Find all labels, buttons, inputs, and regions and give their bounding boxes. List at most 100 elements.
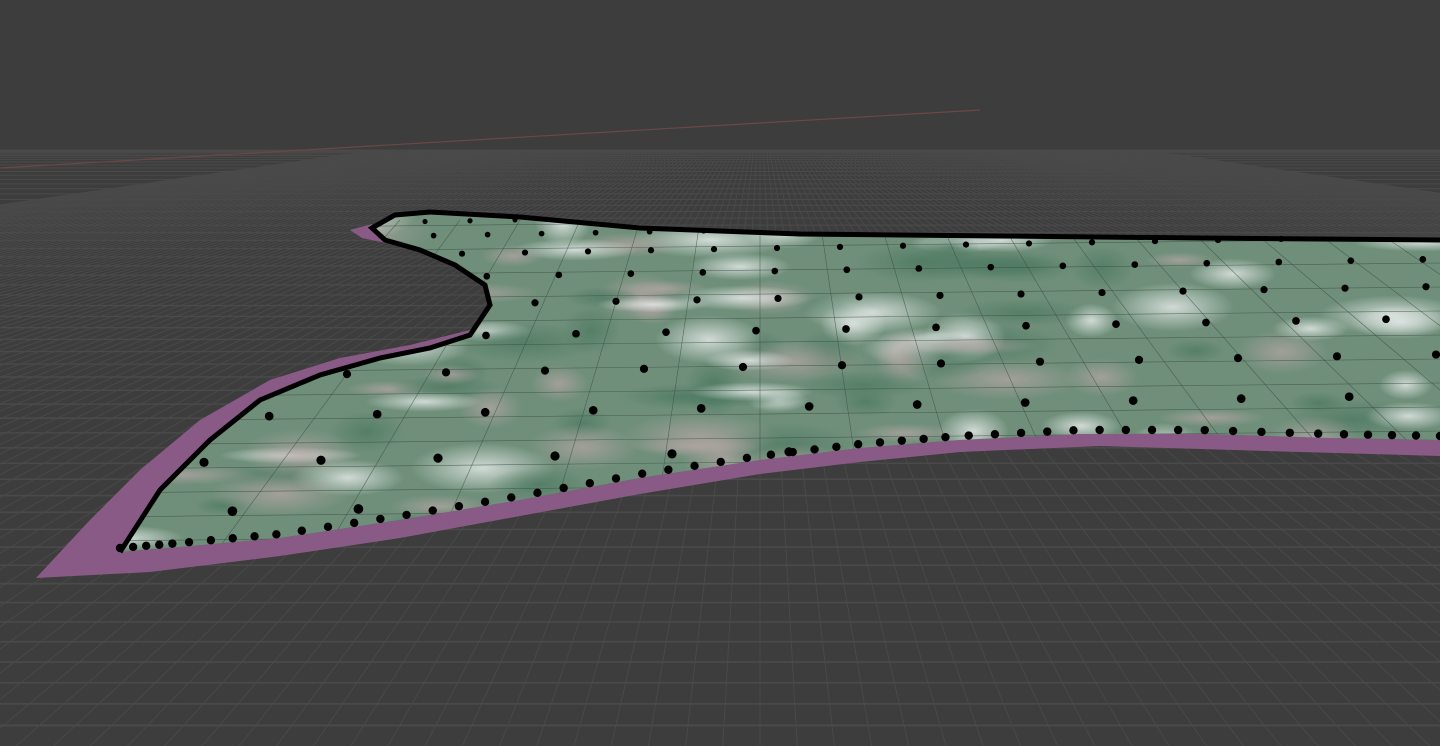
vertex-dot xyxy=(1134,355,1144,364)
edge-vertex-dot xyxy=(376,514,385,524)
vertex-dot xyxy=(855,293,863,301)
vertex-dot xyxy=(1025,240,1033,247)
vertex-dot xyxy=(1275,258,1283,266)
edge-vertex-dot xyxy=(168,539,177,548)
edge-vertex-dot xyxy=(1363,430,1373,439)
texture-patch xyxy=(488,536,541,552)
vertex-dot xyxy=(836,243,844,250)
vertex-dot xyxy=(1214,236,1222,244)
edge-vertex-dot xyxy=(323,522,333,531)
edge-vertex-dot xyxy=(272,530,281,539)
vertex-dot xyxy=(738,362,748,372)
edge-vertex-dot xyxy=(742,453,752,463)
edge-vertex-dot xyxy=(1016,428,1026,438)
edge-vertex-dot xyxy=(1285,428,1295,437)
vertex-dot xyxy=(1277,235,1285,243)
vertex-dot xyxy=(592,229,599,236)
viewport-canvas[interactable] xyxy=(0,0,1440,746)
vertex-dot xyxy=(837,361,847,370)
edge-vertex-dot xyxy=(250,532,259,541)
vertex-dot xyxy=(915,265,923,272)
edge-vertex-dot xyxy=(141,541,151,551)
texture-patch xyxy=(689,382,814,402)
texture-patch xyxy=(702,349,795,372)
vertex-dot xyxy=(700,227,707,234)
vertex-dot xyxy=(342,370,352,379)
vertex-dot xyxy=(512,217,518,223)
vertex-dot xyxy=(531,299,539,307)
vertex-dot xyxy=(842,325,850,333)
vertex-dot xyxy=(804,402,814,411)
edge-vertex-dot xyxy=(611,474,621,483)
vertex-dot xyxy=(1260,286,1268,294)
edge-vertex-dot xyxy=(184,537,194,547)
vertex-dot xyxy=(550,451,560,461)
edge-vertex-dot xyxy=(766,450,776,459)
vertex-dot xyxy=(693,296,701,304)
texture-patch xyxy=(1188,258,1277,290)
vertex-dot xyxy=(752,326,760,335)
edge-vertex-dot xyxy=(480,497,490,507)
texture-patch xyxy=(768,478,912,500)
edge-vertex-dot xyxy=(1313,429,1323,438)
vertex-dot xyxy=(1059,262,1067,270)
vertex-dot xyxy=(353,504,364,514)
edge-vertex-dot xyxy=(964,431,973,440)
texture-patch xyxy=(802,290,942,334)
edge-vertex-dot xyxy=(897,436,907,445)
vertex-dot xyxy=(1347,257,1355,265)
texture-patch xyxy=(1069,245,1135,291)
vertex-dot xyxy=(639,364,649,373)
vertex-dot xyxy=(1332,352,1342,361)
vertex-dot xyxy=(441,368,451,377)
texture-patch xyxy=(795,370,930,400)
vertex-dot xyxy=(699,268,707,276)
vertex-dot xyxy=(1035,357,1045,366)
vertex-dot xyxy=(710,246,718,253)
vertex-dot xyxy=(1022,321,1030,330)
edge-vertex-dot xyxy=(1121,425,1131,435)
texture-patch xyxy=(1389,530,1440,549)
texture-patch xyxy=(627,436,762,456)
vertex-dot xyxy=(774,294,782,302)
edge-vertex-dot xyxy=(559,483,568,493)
texture-patch xyxy=(530,364,589,403)
vertex-dot xyxy=(572,329,580,338)
edge-vertex-dot xyxy=(206,536,216,545)
edge-vertex-dot xyxy=(297,526,307,535)
vertex-dot xyxy=(1292,317,1300,325)
3d-viewport[interactable] xyxy=(0,0,1440,746)
texture-patch xyxy=(1063,358,1140,397)
texture-patch xyxy=(1165,339,1226,363)
vertex-dot xyxy=(588,405,598,415)
vertex-dot xyxy=(555,271,563,279)
edge-vertex-dot xyxy=(919,434,928,444)
vertex-dot xyxy=(912,400,922,409)
vertex-dot xyxy=(1203,259,1211,267)
edge-vertex-dot xyxy=(454,501,464,511)
vertex-dot xyxy=(936,359,946,368)
vertex-dot xyxy=(627,270,635,277)
vertex-dot xyxy=(662,328,670,337)
edge-vertex-dot xyxy=(115,543,125,553)
edge-vertex-dot xyxy=(402,510,411,520)
vertex-dot xyxy=(899,242,907,249)
vertex-dot xyxy=(480,407,490,417)
vertex-dot xyxy=(540,366,550,375)
edge-vertex-dot xyxy=(637,469,647,478)
texture-patch xyxy=(365,391,483,412)
vertex-dot xyxy=(1419,256,1427,263)
vertex-dot xyxy=(482,331,490,340)
texture-patch xyxy=(407,282,540,304)
edge-vertex-dot xyxy=(1411,431,1421,440)
vertex-dot xyxy=(458,250,466,257)
vertex-dot xyxy=(667,449,677,459)
vertex-dot xyxy=(1431,350,1440,359)
texture-patch xyxy=(526,424,639,470)
edge-vertex-dot xyxy=(1173,425,1183,435)
edge-vertex-dot xyxy=(990,430,1000,439)
vertex-dot xyxy=(773,244,781,252)
edge-vertex-dot xyxy=(1147,425,1157,435)
edge-vertex-dot xyxy=(853,440,863,449)
edge-vertex-dot xyxy=(810,445,819,454)
